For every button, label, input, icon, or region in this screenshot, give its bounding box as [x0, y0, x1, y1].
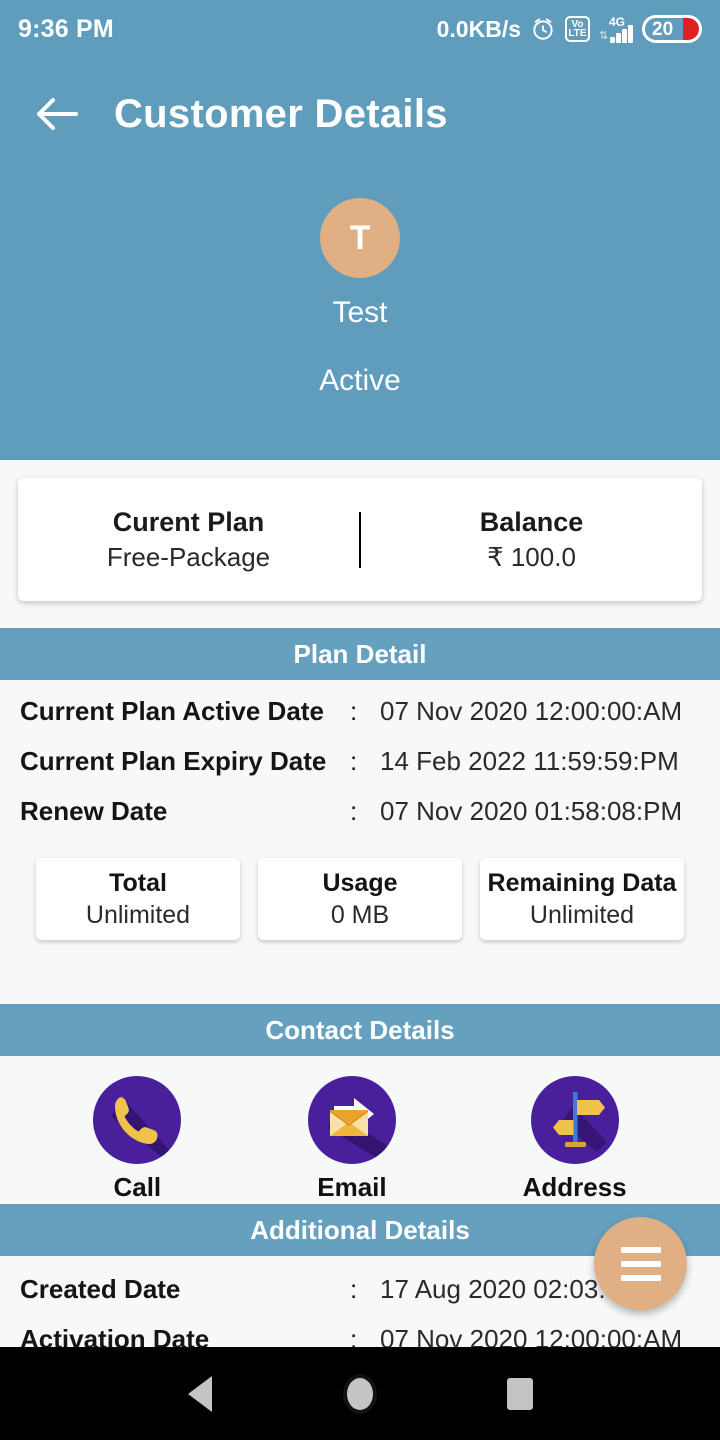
- table-row: Activation Date : 07 Nov 2020 12:00:00:A…: [0, 1314, 720, 1348]
- plan-balance-card: Curent Plan Free-Package Balance ₹ 100.0: [18, 478, 702, 601]
- row-separator: :: [350, 745, 358, 776]
- address-action[interactable]: Address: [523, 1076, 627, 1203]
- menu-fab[interactable]: [594, 1217, 687, 1310]
- hamburger-menu-icon-line-1: [620, 1246, 661, 1253]
- plan-detail-section: Plan Detail Current Plan Active Date : 0…: [0, 628, 720, 940]
- hamburger-menu-icon-line-3: [620, 1274, 661, 1281]
- alarm-clock-icon: [533, 18, 553, 40]
- email-icon-circle: [307, 1076, 396, 1164]
- status-icons: 0.0KB/s Vo LTE 4G ⇅ 20: [437, 15, 702, 43]
- call-action[interactable]: Call: [93, 1076, 182, 1203]
- plan-detail-header: Plan Detail: [0, 628, 720, 680]
- total-data-value: Unlimited: [85, 900, 191, 929]
- row-value: 17 Aug 2020 02:03:3: [380, 1273, 621, 1304]
- row-key: Renew Date: [20, 795, 168, 826]
- row-separator: :: [350, 795, 358, 826]
- app-bar: Customer Details: [0, 58, 720, 170]
- plan-detail-rows: Current Plan Active Date : 07 Nov 2020 1…: [0, 680, 720, 836]
- row-value: 07 Nov 2020 12:00:00:AM: [380, 1323, 683, 1348]
- signal-bar-1: [610, 36, 615, 43]
- back-button[interactable]: [22, 79, 92, 149]
- avatar: T: [320, 198, 400, 278]
- current-plan-value: Free-Package: [106, 541, 271, 572]
- row-separator: :: [350, 1273, 358, 1304]
- row-value: 14 Feb 2022 11:59:59:PM: [380, 745, 679, 776]
- call-label: Call: [113, 1172, 162, 1202]
- call-icon-circle: [93, 1076, 182, 1164]
- volte-icon: Vo LTE: [565, 16, 590, 42]
- row-value: 07 Nov 2020 01:58:08:PM: [380, 795, 683, 826]
- remaining-data-value: Unlimited: [529, 900, 635, 929]
- network-speed-text: 0.0KB/s: [436, 15, 521, 42]
- volte-bottom-text: LTE: [568, 28, 587, 39]
- battery-icon: 20: [642, 15, 702, 43]
- total-data-card: Total Unlimited: [36, 858, 240, 940]
- table-row: Current Plan Active Date : 07 Nov 2020 1…: [0, 686, 720, 736]
- triangle-back-icon: [188, 1375, 212, 1412]
- status-clock: 9:36 PM: [18, 14, 114, 43]
- status-bar: 9:36 PM 0.0KB/s Vo LTE 4G ⇅ 20: [0, 0, 720, 58]
- signal-strength-icon: 4G ⇅: [599, 14, 633, 43]
- circle-home-icon: [343, 1373, 377, 1414]
- usage-card-group: Total Unlimited Usage 0 MB Remaining Dat…: [0, 836, 720, 940]
- balance-label: Balance: [479, 506, 584, 537]
- phone-screen: 9:36 PM 0.0KB/s Vo LTE 4G ⇅ 20 Customer …: [0, 0, 720, 1440]
- envelope-arrow-icon: [327, 1098, 390, 1160]
- address-icon-circle: [530, 1076, 619, 1164]
- current-plan-cell: Curent Plan Free-Package: [18, 507, 359, 573]
- row-value: 07 Nov 2020 12:00:00:AM: [380, 695, 683, 726]
- balance-cell: Balance ₹ 100.0: [361, 507, 702, 573]
- row-key: Activation Date: [20, 1323, 210, 1348]
- row-key: Current Plan Active Date: [20, 695, 324, 726]
- contact-details-section: Contact Details Call Email Address: [0, 1004, 720, 1203]
- arrow-left-icon: [37, 98, 78, 130]
- address-label: Address: [522, 1172, 627, 1202]
- row-separator: :: [350, 695, 358, 726]
- network-type-label: 4G: [609, 14, 626, 29]
- signal-bar-3: [622, 28, 627, 43]
- table-row: Current Plan Expiry Date : 14 Feb 2022 1…: [0, 736, 720, 786]
- usage-data-card: Usage 0 MB: [258, 858, 462, 940]
- avatar-initial: T: [349, 218, 371, 257]
- phone-icon: [111, 1096, 172, 1158]
- signal-bar-2: [616, 32, 621, 43]
- customer-status: Active: [319, 364, 401, 397]
- total-data-label: Total: [109, 868, 167, 897]
- battery-tip: [683, 18, 699, 40]
- email-label: Email: [317, 1172, 387, 1202]
- hamburger-menu-icon-line-2: [620, 1260, 661, 1267]
- content-area: 9:36 PM 0.0KB/s Vo LTE 4G ⇅ 20 Customer …: [0, 0, 720, 1347]
- square-recents-icon: [507, 1377, 533, 1410]
- signpost-icon: [552, 1092, 607, 1152]
- data-transfer-icon: ⇅: [599, 29, 609, 42]
- customer-name: Test: [332, 296, 388, 329]
- nav-home-button[interactable]: [325, 1359, 395, 1429]
- email-action[interactable]: Email: [307, 1076, 396, 1203]
- table-row: Renew Date : 07 Nov 2020 01:58:08:PM: [0, 786, 720, 836]
- row-key: Created Date: [20, 1273, 181, 1304]
- balance-value: ₹ 100.0: [487, 541, 576, 572]
- contact-details-header: Contact Details: [0, 1004, 720, 1056]
- contact-action-group: Call Email Address: [0, 1056, 720, 1203]
- current-plan-label: Curent Plan: [112, 506, 265, 537]
- android-nav-bar: [0, 1347, 720, 1440]
- nav-recents-button[interactable]: [485, 1359, 555, 1429]
- remaining-data-label: Remaining Data: [487, 868, 677, 897]
- page-title: Customer Details: [114, 91, 448, 136]
- signal-bar-4: [628, 24, 633, 43]
- usage-data-label: Usage: [322, 868, 398, 897]
- customer-hero: T Test Active: [0, 170, 720, 460]
- nav-back-button[interactable]: [165, 1359, 235, 1429]
- usage-data-value: 0 MB: [330, 900, 390, 929]
- row-separator: :: [350, 1323, 358, 1348]
- remaining-data-card: Remaining Data Unlimited: [480, 858, 684, 940]
- row-key: Current Plan Expiry Date: [20, 745, 327, 776]
- battery-level-text: 20: [652, 18, 674, 40]
